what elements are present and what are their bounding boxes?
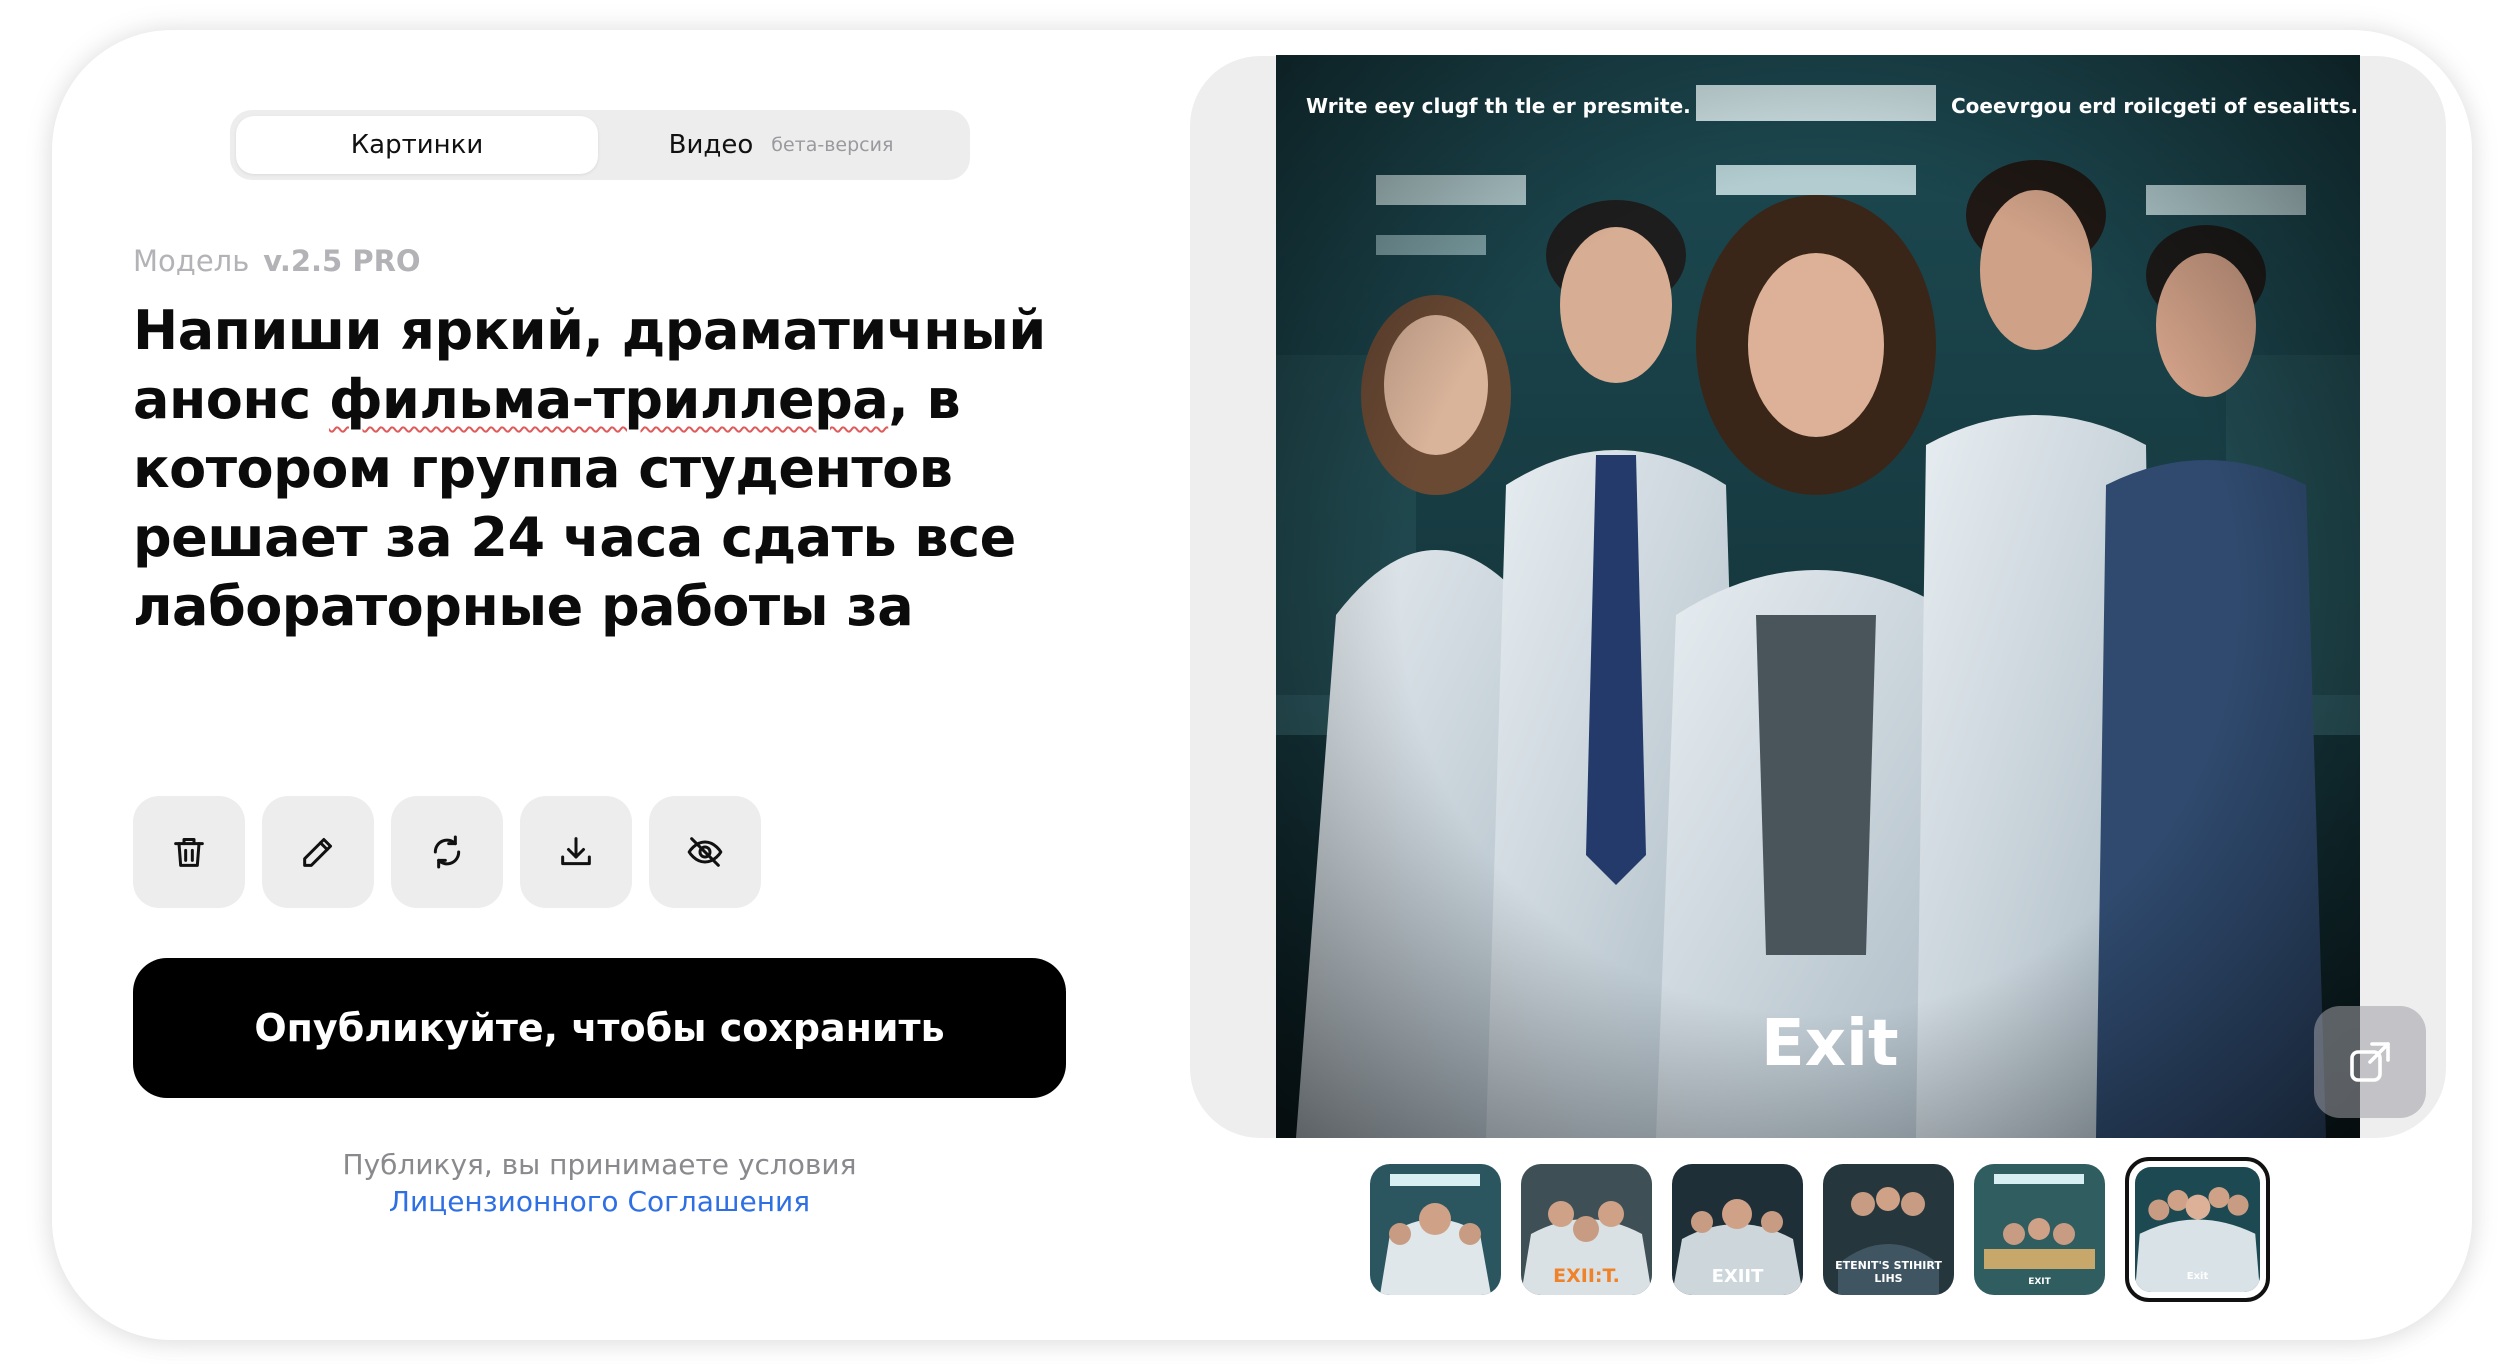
action-toolbar <box>133 796 761 908</box>
edit-button[interactable] <box>262 796 374 908</box>
svg-text:Exit: Exit <box>1761 1007 1899 1081</box>
regenerate-button[interactable] <box>391 796 503 908</box>
model-info: Модель v.2.5 PRO <box>133 244 421 278</box>
thumbnail[interactable] <box>1370 1164 1501 1295</box>
tab-images[interactable]: Картинки <box>236 116 598 174</box>
tab-video-label: Видео <box>668 130 754 160</box>
pencil-icon <box>303 838 332 867</box>
poster-illustration: Write eey clugf th tle er presmite. Coee… <box>1276 55 2360 1138</box>
expand-icon <box>2350 1042 2390 1082</box>
beta-badge: бета-версия <box>771 134 894 156</box>
thumbnail-image <box>1974 1164 2105 1295</box>
mode-tabs: Картинки Видео бета-версия <box>230 110 970 180</box>
thumbnail-strip: EXII:T. EXIIT ETENIT'S STIHIRT LIHS EXIT… <box>1370 1157 2270 1302</box>
publish-button[interactable]: Опубликуйте, чтобы сохранить <box>133 958 1066 1098</box>
thumbnail-label: EXII:T. <box>1553 1265 1620 1287</box>
prompt-text: Напиши яркий, драматичный анонс фильма-т… <box>133 296 1093 641</box>
thumbnail-label: EXIIT <box>1711 1266 1764 1287</box>
thumbnail-label: EXIT <box>2028 1277 2051 1287</box>
eye-off-icon <box>687 837 723 867</box>
refresh-icon <box>433 835 461 869</box>
terms-notice: Публикуя, вы принимаете условия Лицензио… <box>133 1146 1066 1220</box>
tab-video[interactable]: Видео бета-версия <box>598 116 964 174</box>
hide-button[interactable] <box>649 796 761 908</box>
generated-image[interactable]: Write eey clugf th tle er presmite. Coee… <box>1276 55 2360 1138</box>
tab-images-label: Картинки <box>350 130 484 160</box>
prompt-misspelled-word: фильма-триллера <box>328 368 889 431</box>
thumbnail[interactable]: EXIIT <box>1672 1164 1803 1295</box>
license-link[interactable]: Лицензионного Соглашения <box>133 1183 1066 1220</box>
thumbnail-label: ETENIT'S STIHIRT LIHS <box>1835 1259 1942 1285</box>
delete-button[interactable] <box>133 796 245 908</box>
model-label: Модель <box>133 244 250 278</box>
terms-text: Публикуя, вы принимаете условия <box>342 1148 857 1181</box>
thumbnail[interactable]: ETENIT'S STIHIRT LIHS <box>1823 1164 1954 1295</box>
model-version[interactable]: v.2.5 PRO <box>263 244 420 278</box>
trash-icon <box>174 838 204 867</box>
thumbnail-selected[interactable]: Exit <box>2125 1157 2270 1302</box>
svg-text:Write eey clugf th tle er pres: Write eey clugf th tle er presmite. <box>1306 94 1691 118</box>
thumbnail-label: Exit <box>2186 1271 2209 1282</box>
prompt-area[interactable]: Напиши яркий, драматичный анонс фильма-т… <box>133 296 1093 724</box>
download-button[interactable] <box>520 796 632 908</box>
fullscreen-button[interactable] <box>2314 1006 2426 1118</box>
svg-text:Coeevrgou erd roilcgeti of ese: Coeevrgou erd roilcgeti of esealitts. <box>1951 94 2358 118</box>
thumbnail[interactable]: EXII:T. <box>1521 1164 1652 1295</box>
thumbnail[interactable]: EXIT <box>1974 1164 2105 1295</box>
download-icon <box>561 837 591 866</box>
thumbnail-image <box>1370 1164 1501 1295</box>
